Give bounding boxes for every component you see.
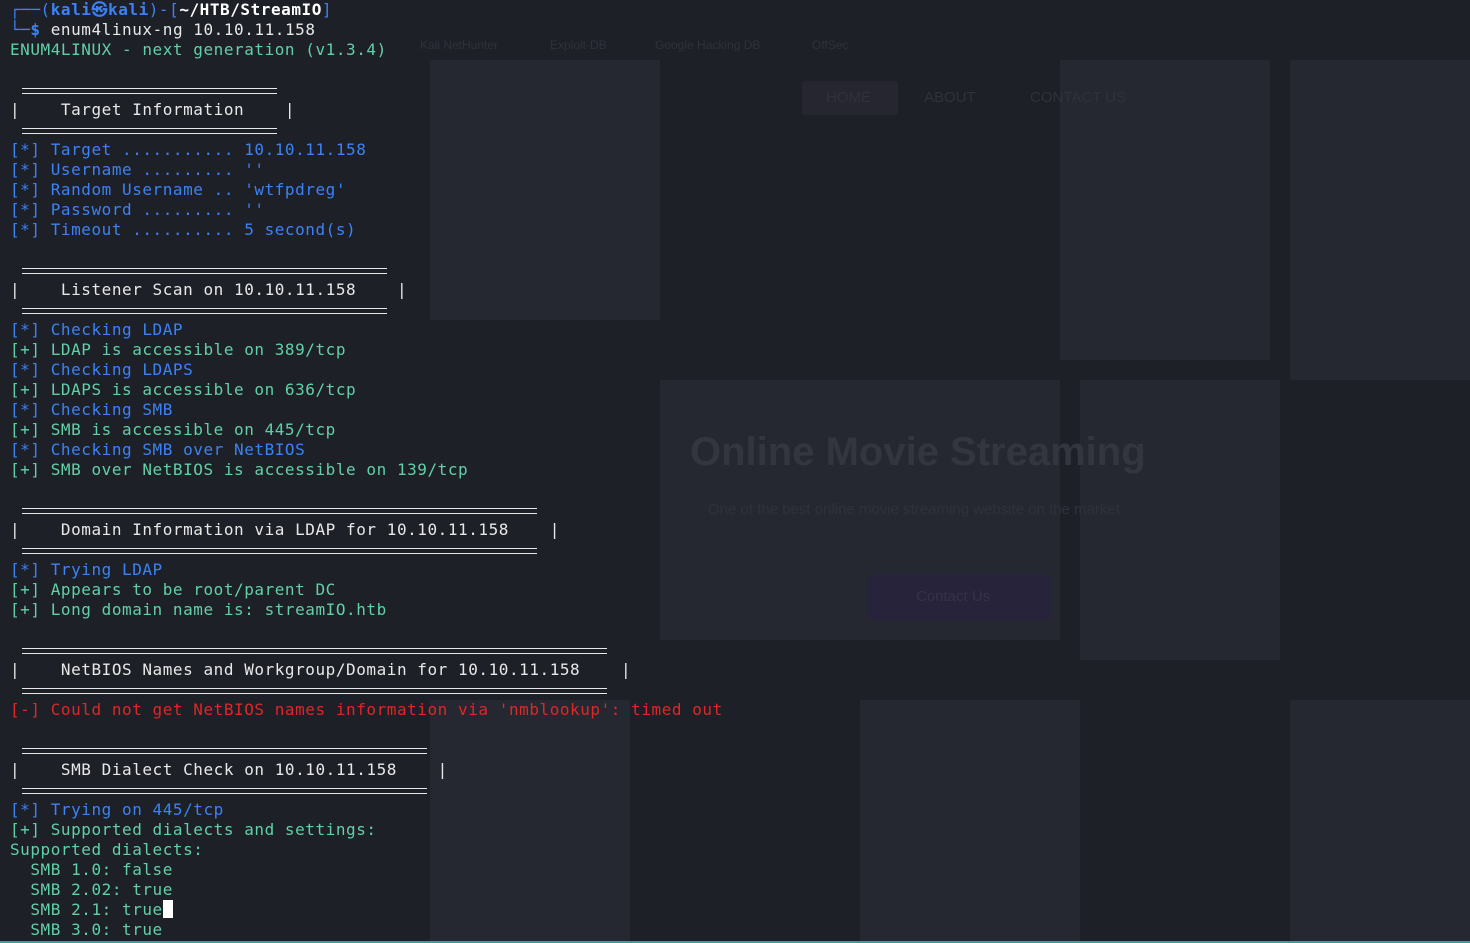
prompt-mid: )-[ bbox=[148, 0, 180, 19]
dialect-line: SMB 1.0: false bbox=[10, 860, 173, 879]
prompt-close: ] bbox=[321, 0, 333, 19]
section-rule-bottom bbox=[10, 540, 723, 560]
listener-line: [*] Checking SMB over NetBIOS bbox=[10, 440, 306, 459]
text-cursor bbox=[162, 900, 173, 918]
dialect-line-text: SMB 2.1: true bbox=[10, 900, 163, 919]
section-title-target: | Target Information | bbox=[10, 100, 296, 119]
bg-hero-button-label: Contact Us bbox=[916, 588, 991, 605]
bg-poster bbox=[1060, 60, 1270, 360]
username-line: [*] Username ......... '' bbox=[10, 160, 265, 179]
prompt-second-prefix: └─ bbox=[10, 20, 31, 39]
dialect-line: [+] Supported dialects and settings: bbox=[10, 820, 377, 839]
section-title-dialect: | SMB Dialect Check on 10.10.11.158 | bbox=[10, 760, 448, 779]
target-line: [*] Target ........... 10.10.11.158 bbox=[10, 140, 367, 159]
bg-poster bbox=[860, 700, 1080, 943]
dialect-line-with-cursor: SMB 2.1: true bbox=[10, 900, 723, 920]
prompt-path: ~/HTB/StreamIO bbox=[179, 0, 322, 19]
password-line: [*] Password ......... '' bbox=[10, 200, 265, 219]
section-rule-top bbox=[10, 80, 723, 100]
prompt-open: ┌──( bbox=[10, 0, 51, 19]
dialect-line: SMB 3.0: true bbox=[10, 920, 163, 939]
tool-banner: ENUM4LINUX - next generation (v1.3.4) bbox=[10, 40, 387, 59]
terminal-window[interactable]: Kali NetHunter Exploit-DB Google Hacking… bbox=[0, 0, 1470, 943]
dialect-line: SMB 2.02: true bbox=[10, 880, 173, 899]
bg-poster bbox=[1290, 700, 1470, 943]
section-rule-bottom bbox=[10, 680, 723, 700]
command-text: enum4linux-ng 10.10.11.158 bbox=[50, 20, 316, 39]
bg-nav-about: ABOUT bbox=[924, 89, 976, 106]
random-username-line: [*] Random Username .. 'wtfpdreg' bbox=[10, 180, 347, 199]
listener-line: [*] Checking LDAP bbox=[10, 320, 184, 339]
domain-line: [+] Long domain name is: streamIO.htb bbox=[10, 600, 387, 619]
section-rule-bottom bbox=[10, 780, 723, 800]
domain-line: [+] Appears to be root/parent DC bbox=[10, 580, 336, 599]
command-line: └─$ enum4linux-ng 10.10.11.158 bbox=[10, 20, 723, 40]
section-rule-bottom bbox=[10, 300, 723, 320]
listener-line: [+] LDAP is accessible on 389/tcp bbox=[10, 340, 347, 359]
bg-poster bbox=[1290, 60, 1470, 380]
bg-hero-subtitle: One of the best online movie streaming w… bbox=[708, 501, 1120, 518]
bg-poster bbox=[1080, 380, 1280, 660]
prompt-line: ┌──(kali㉿kali)-[~/HTB/StreamIO] bbox=[10, 0, 723, 20]
terminal-output: ┌──(kali㉿kali)-[~/HTB/StreamIO] └─$ enum… bbox=[10, 0, 723, 940]
prompt-user: kali㉿kali bbox=[50, 0, 149, 19]
timeout-line: [*] Timeout .......... 5 second(s) bbox=[10, 220, 357, 239]
section-rule-top bbox=[10, 740, 723, 760]
section-title-netbios: | NetBIOS Names and Workgroup/Domain for… bbox=[10, 660, 632, 679]
section-title-listener: | Listener Scan on 10.10.11.158 | bbox=[10, 280, 408, 299]
bg-nav-home-button bbox=[802, 81, 898, 115]
bg-hero-button bbox=[868, 574, 1050, 620]
bg-bookmark: OffSec bbox=[812, 38, 849, 52]
section-rule-top bbox=[10, 260, 723, 280]
bg-nav-home: HOME bbox=[826, 89, 871, 106]
dialect-line: [*] Trying on 445/tcp bbox=[10, 800, 224, 819]
section-title-domain: | Domain Information via LDAP for 10.10.… bbox=[10, 520, 560, 539]
section-rule-top bbox=[10, 500, 723, 520]
listener-line: [*] Checking SMB bbox=[10, 400, 173, 419]
domain-line: [*] Trying LDAP bbox=[10, 560, 163, 579]
listener-line: [+] SMB is accessible on 445/tcp bbox=[10, 420, 336, 439]
listener-line: [+] LDAPS is accessible on 636/tcp bbox=[10, 380, 357, 399]
prompt-dollar: $ bbox=[30, 20, 51, 39]
dialect-line: Supported dialects: bbox=[10, 840, 204, 859]
bg-nav-contact: CONTACT US bbox=[1030, 89, 1127, 106]
bg-hero-title: Online Movie Streaming bbox=[690, 430, 1146, 474]
listener-line: [+] SMB over NetBIOS is accessible on 13… bbox=[10, 460, 469, 479]
section-rule-top bbox=[10, 640, 723, 660]
netbios-error-line: [-] Could not get NetBIOS names informat… bbox=[10, 700, 723, 719]
listener-line: [*] Checking LDAPS bbox=[10, 360, 194, 379]
section-rule-bottom bbox=[10, 120, 723, 140]
